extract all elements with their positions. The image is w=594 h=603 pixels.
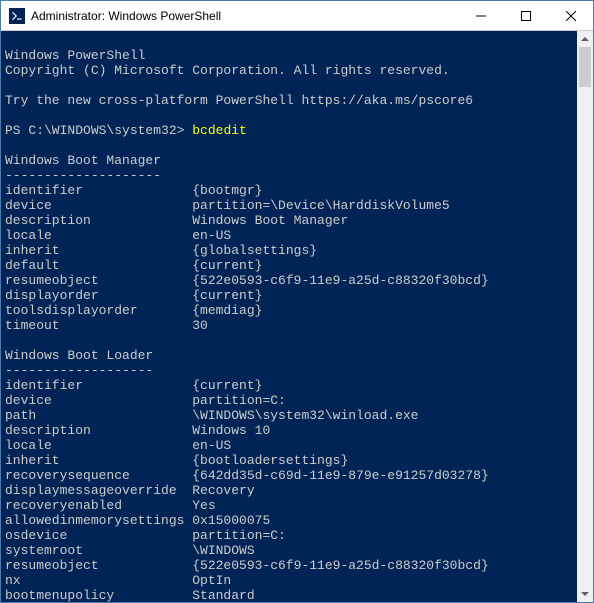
close-button[interactable] xyxy=(548,1,593,30)
section-title: Windows Boot Manager xyxy=(5,153,161,168)
window-controls xyxy=(458,1,593,30)
boot-loader-rows: identifier {current} device partition=C:… xyxy=(5,378,573,602)
scroll-down-button[interactable] xyxy=(577,586,593,602)
vertical-scrollbar[interactable] xyxy=(577,31,593,602)
scroll-track[interactable] xyxy=(577,47,593,586)
titlebar: Administrator: Windows PowerShell xyxy=(1,1,593,31)
scroll-up-button[interactable] xyxy=(577,31,593,47)
command-text: bcdedit xyxy=(192,123,247,138)
header-line: Try the new cross-platform PowerShell ht… xyxy=(5,93,473,108)
terminal-area: Windows PowerShell Copyright (C) Microso… xyxy=(1,31,593,602)
section-title: Windows Boot Loader xyxy=(5,348,153,363)
maximize-button[interactable] xyxy=(503,1,548,30)
window-title: Administrator: Windows PowerShell xyxy=(31,9,458,23)
powershell-icon xyxy=(9,8,25,24)
section-divider: ------------------- xyxy=(5,363,153,378)
scroll-thumb[interactable] xyxy=(579,47,591,87)
minimize-button[interactable] xyxy=(458,1,503,30)
terminal-output[interactable]: Windows PowerShell Copyright (C) Microso… xyxy=(1,31,577,602)
header-line: Windows PowerShell xyxy=(5,48,145,63)
section-divider: -------------------- xyxy=(5,168,161,183)
powershell-window: Administrator: Windows PowerShell Window… xyxy=(0,0,594,603)
boot-manager-rows: identifier {bootmgr} device partition=\D… xyxy=(5,183,573,333)
prompt: PS C:\WINDOWS\system32> xyxy=(5,123,184,138)
header-line: Copyright (C) Microsoft Corporation. All… xyxy=(5,63,450,78)
